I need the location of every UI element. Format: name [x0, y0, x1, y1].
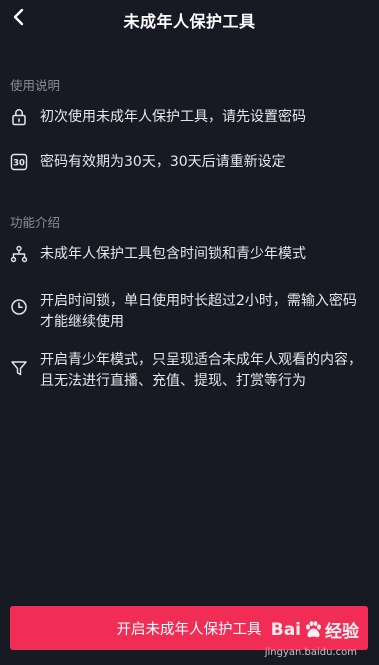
page-title: 未成年人保护工具 [123, 12, 256, 31]
feature-item-overview: 未成年人保护工具包含时间锁和青少年模式 [0, 244, 379, 265]
watermark-url: jingyan.baidu.com [264, 647, 357, 658]
feature-item-text: 开启时间锁，单日使用时长超过2小时，需输入密码才能继续使用 [40, 293, 357, 330]
feature-item-youth-mode: 开启青少年模式，只呈现适合未成年人观看的内容，且无法进行直播、充值、提现、打赏等… [0, 350, 379, 392]
feature-item-text: 未成年人保护工具包含时间锁和青少年模式 [40, 246, 306, 262]
enable-protection-button-label: 开启未成年人保护工具 [116, 621, 262, 638]
calendar-30-icon: 30 [10, 153, 28, 171]
usage-item-text: 密码有效期为30天，30天后请重新设定 [40, 154, 286, 170]
section-title-usage: 使用说明 [10, 78, 61, 93]
usage-item-validity: 30 密码有效期为30天，30天后请重新设定 [0, 152, 379, 173]
filter-icon [10, 359, 28, 377]
section-title-features: 功能介绍 [10, 215, 61, 230]
hierarchy-icon [10, 245, 28, 263]
feature-item-time-lock: 开启时间锁，单日使用时长超过2小时，需输入密码才能继续使用 [0, 291, 379, 333]
usage-item-text: 初次使用未成年人保护工具，请先设置密码 [40, 109, 306, 125]
clock-icon [10, 298, 28, 316]
svg-text:30: 30 [13, 159, 25, 169]
lock-icon [10, 108, 28, 126]
usage-item-password: 初次使用未成年人保护工具，请先设置密码 [0, 107, 379, 128]
enable-protection-button[interactable]: 开启未成年人保护工具 [10, 606, 368, 650]
feature-item-text: 开启青少年模式，只呈现适合未成年人观看的内容，且无法进行直播、充值、提现、打赏等… [40, 352, 362, 389]
header-bar: 未成年人保护工具 [0, 0, 379, 36]
